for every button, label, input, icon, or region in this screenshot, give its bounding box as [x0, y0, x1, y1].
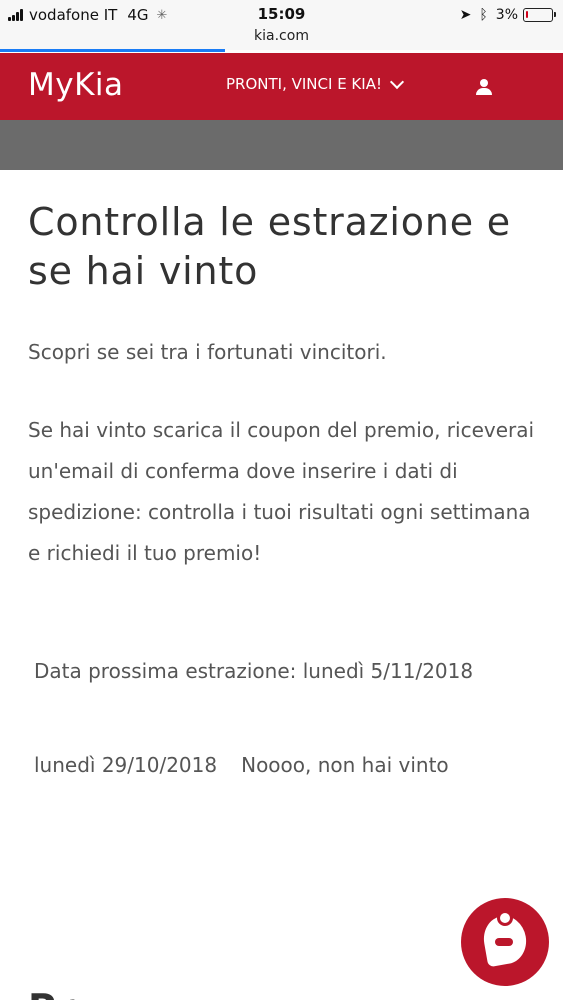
hero-band — [0, 120, 563, 170]
chat-assistant-button[interactable] — [461, 898, 549, 986]
status-bar: vodafone IT 4G ✳ 15:09 ➤ ᛒ 3% kia.com — [0, 0, 563, 50]
battery-percent: 3% — [495, 7, 518, 23]
site-header: MyKia PRONTI, VINCI E KIA! — [0, 53, 563, 120]
intro-text: Scopri se sei tra i fortunati vincitori. — [28, 340, 387, 364]
battery-icon — [523, 8, 556, 22]
bluetooth-icon: ᛒ — [479, 7, 488, 23]
campaign-menu-button[interactable]: PRONTI, VINCI E KIA! — [226, 74, 405, 93]
page-load-progress — [0, 49, 225, 52]
status-right: ➤ ᛒ 3% — [459, 5, 556, 25]
campaign-menu-label: PRONTI, VINCI E KIA! — [226, 75, 382, 93]
next-section-title: Pr... — [28, 984, 563, 1000]
chat-icon-mouth — [495, 938, 513, 946]
battery-fill — [526, 11, 528, 18]
user-icon[interactable] — [474, 79, 494, 97]
url-label[interactable]: kia.com — [0, 28, 563, 44]
page-title: Controlla le estrazione e se hai vinto — [28, 200, 511, 293]
draw-result-date: lunedì 29/10/2018 — [34, 753, 218, 777]
chat-icon-head — [497, 910, 513, 926]
mykia-logo[interactable]: MyKia — [28, 67, 124, 103]
next-draw-date: Data prossima estrazione: lunedì 5/11/20… — [34, 659, 474, 683]
location-icon: ➤ — [459, 7, 472, 23]
page: vodafone IT 4G ✳ 15:09 ➤ ᛒ 3% kia.com My… — [0, 0, 563, 1000]
chevron-down-icon — [389, 74, 405, 89]
draw-result-row: lunedì 29/10/2018 Noooo, non hai vinto — [34, 747, 449, 783]
description-text: Se hai vinto scarica il coupon del premi… — [28, 418, 535, 565]
draw-result-outcome: Noooo, non hai vinto — [241, 753, 449, 777]
